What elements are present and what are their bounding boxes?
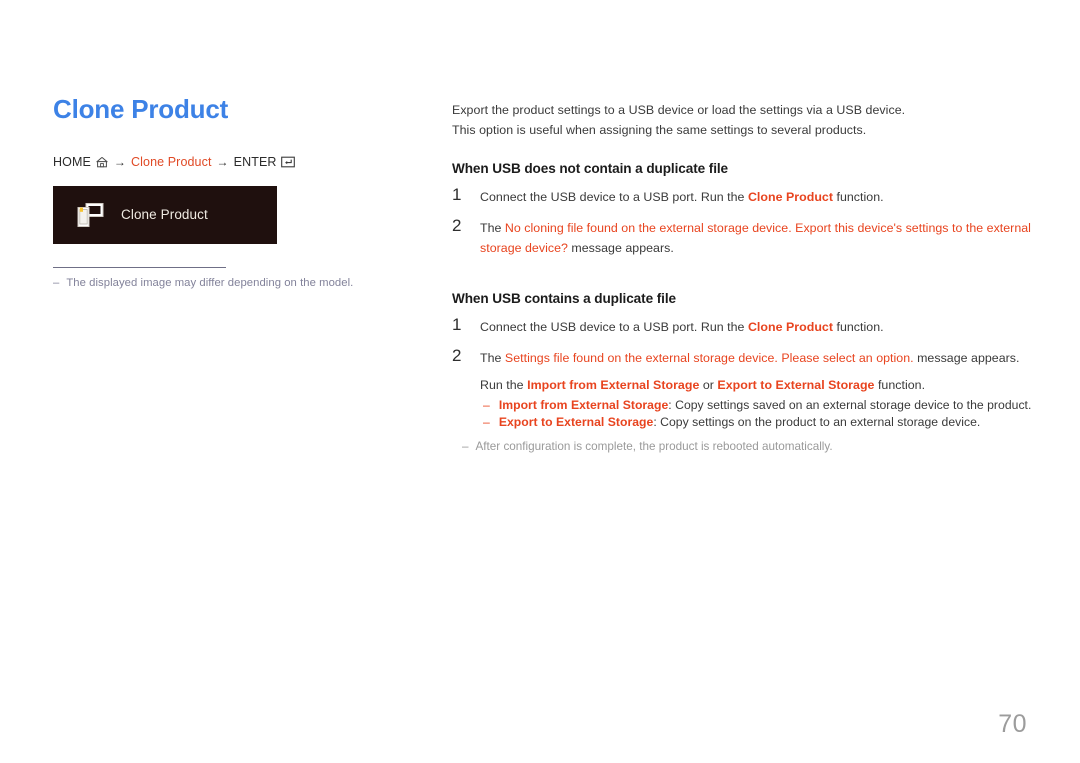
clone-product-tile-label: Clone Product: [121, 207, 208, 223]
left-note: – The displayed image may differ dependi…: [53, 277, 433, 289]
reboot-note-text: After configuration is complete, the pro…: [475, 440, 833, 453]
sub-option-dash: –: [483, 398, 490, 412]
sub-option-list: – Import from External Storage: Copy set…: [480, 397, 1032, 431]
breadcrumb-arrow-2: →: [216, 154, 229, 169]
sub-option-desc: : Copy settings on the product to an ext…: [653, 415, 981, 429]
intro-line-1: Export the product settings to a USB dev…: [452, 103, 906, 117]
step-item: 2 The Settings file found on the externa…: [452, 347, 1032, 431]
note-text: The displayed image may differ depending…: [66, 276, 354, 289]
breadcrumb-menu-label: Clone Product: [131, 154, 212, 169]
step-text-pre: The: [480, 351, 505, 365]
document-page: Clone Product HOME → Clone Product → ENT…: [0, 0, 1080, 763]
step-text-link: No cloning file found on the external st…: [480, 221, 1031, 255]
run-line-post: function.: [874, 378, 926, 392]
run-line-link-export: Export to External Storage: [717, 378, 875, 392]
run-line-link-import: Import from External Storage: [527, 378, 700, 392]
step-text-pre: Connect the USB device to a USB port. Ru…: [480, 190, 748, 204]
step-text: Connect the USB device to a USB port. Ru…: [480, 186, 1032, 207]
breadcrumb-enter-label: ENTER: [233, 154, 277, 169]
step-text: Connect the USB device to a USB port. Ru…: [480, 316, 1032, 337]
sub-option-term: Export to External Storage: [498, 415, 654, 429]
sub-option-term: Import from External Storage: [498, 398, 669, 412]
step-item: 2 The No cloning file found on the exter…: [452, 217, 1032, 258]
step-number: 2: [452, 346, 462, 365]
clone-product-menu-tile[interactable]: Clone Product: [53, 185, 277, 244]
breadcrumb-home-label: HOME: [53, 154, 91, 169]
run-line-pre: Run the: [480, 378, 528, 392]
left-column: Clone Product HOME → Clone Product → ENT…: [53, 94, 433, 289]
sub-option-item: – Export to External Storage: Copy setti…: [480, 414, 1032, 431]
step-text-pre: The: [480, 221, 505, 235]
sub-option-item: – Import from External Storage: Copy set…: [480, 397, 1032, 414]
right-column: Export the product settings to a USB dev…: [452, 100, 1032, 455]
step-text-main: The Settings file found on the external …: [480, 348, 1032, 368]
enter-key-icon: [280, 156, 295, 168]
note-dash: –: [53, 276, 60, 289]
step-text-link: Settings file found on the external stor…: [504, 351, 914, 365]
breadcrumb-arrow-1: →: [113, 154, 127, 169]
step-number: 1: [452, 315, 462, 334]
step-number: 2: [452, 216, 462, 235]
page-number: 70: [998, 710, 1027, 738]
section-heading-usb-duplicate: When USB contains a duplicate file: [452, 291, 676, 306]
sub-option-dash: –: [483, 415, 490, 429]
sub-option-desc: : Copy settings saved on an external sto…: [668, 398, 1032, 412]
home-icon: [95, 156, 109, 168]
sub-option-text: Export to External Storage: Copy setting…: [499, 414, 981, 431]
breadcrumb: HOME → Clone Product → ENTER: [53, 155, 433, 169]
reboot-note-dash: –: [462, 440, 469, 453]
run-line-mid: or: [699, 378, 718, 392]
section-heading-usb-no-duplicate: When USB does not contain a duplicate fi…: [452, 161, 729, 176]
note-divider: [53, 266, 226, 268]
step-text-post: message appears.: [913, 351, 1020, 365]
clone-product-icon: [75, 200, 105, 230]
step-text-post: function.: [833, 320, 884, 334]
step-item: 1 Connect the USB device to a USB port. …: [452, 316, 1032, 337]
run-function-line: Run the Import from External Storage or …: [480, 375, 1032, 395]
step-item: 1 Connect the USB device to a USB port. …: [452, 186, 1032, 207]
sub-option-text: Import from External Storage: Copy setti…: [499, 397, 1032, 414]
step-text: The Settings file found on the external …: [480, 347, 1032, 431]
step-text-link: Clone Product: [747, 320, 833, 334]
step-text-post: message appears.: [567, 241, 674, 255]
intro-line-2: This option is useful when assigning the…: [452, 123, 867, 137]
step-text-pre: Connect the USB device to a USB port. Ru…: [480, 320, 748, 334]
step-text: The No cloning file found on the externa…: [480, 217, 1032, 258]
step-text-link: Clone Product: [747, 190, 833, 204]
step-text-post: function.: [833, 190, 884, 204]
reboot-note: – After configuration is complete, the p…: [452, 438, 1032, 455]
page-title: Clone Product: [53, 94, 229, 124]
step-number: 1: [452, 185, 462, 204]
